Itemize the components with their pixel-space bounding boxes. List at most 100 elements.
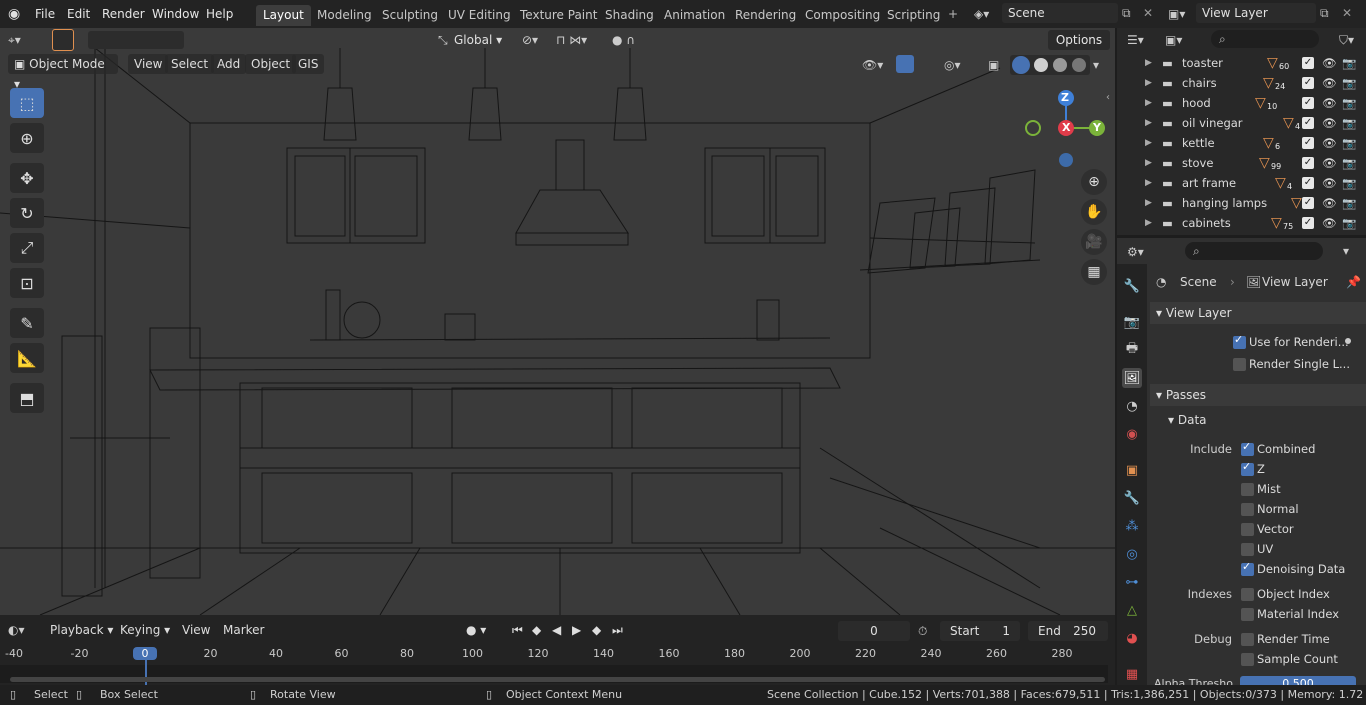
- menu-edit[interactable]: Edit: [63, 4, 94, 24]
- passes-panel-header[interactable]: ▾ Passes: [1150, 384, 1366, 406]
- gizmo-toggle-icon[interactable]: [896, 55, 914, 73]
- view-layer-name-field[interactable]: View Layer: [1196, 3, 1316, 23]
- tab-rendering[interactable]: Rendering: [728, 5, 803, 26]
- current-frame-field[interactable]: 0: [838, 621, 910, 641]
- outliner-row[interactable]: ▶▬hanging lamps▽16✓👁📷: [1117, 193, 1366, 213]
- proportional-edit-icon[interactable]: ● ∩: [612, 31, 662, 49]
- camera-icon[interactable]: 📷: [1342, 193, 1356, 213]
- eye-icon[interactable]: 👁: [1322, 153, 1337, 173]
- exclude-checkbox[interactable]: ✓: [1302, 77, 1314, 89]
- pass-checkbox[interactable]: [1241, 543, 1254, 556]
- pass-checkbox[interactable]: [1241, 460, 1254, 476]
- 3d-viewport[interactable]: ⌖▾ ⤡ Global ▾ ⊘▾ ⊓ ⋈▾ ● ∩ Options ▣ Obje…: [0, 28, 1115, 615]
- properties-search-input[interactable]: ⌕: [1185, 242, 1323, 260]
- camera-icon[interactable]: 📷: [1342, 173, 1356, 193]
- orientation-dropdown[interactable]: Global ▾: [454, 30, 512, 50]
- tab-compositing[interactable]: Compositing: [798, 5, 887, 26]
- menu-add[interactable]: Add: [211, 54, 247, 74]
- pass-checkbox[interactable]: [1241, 560, 1254, 576]
- pass-checkbox[interactable]: [1241, 608, 1254, 621]
- pass-checkbox[interactable]: [1241, 503, 1254, 516]
- prev-keyframe-icon[interactable]: ◆: [532, 620, 548, 640]
- tab-uv-editing[interactable]: UV Editing: [441, 5, 518, 26]
- view-layer-panel-header[interactable]: ▾ View Layer: [1150, 302, 1366, 324]
- outliner-row[interactable]: ▶ ▬ hood ▽ 10 ✓ 👁 📷: [1117, 93, 1366, 113]
- eye-icon[interactable]: 👁: [1322, 93, 1337, 113]
- camera-icon[interactable]: 📷: [1342, 213, 1356, 233]
- measure-tool-icon[interactable]: 📐: [10, 343, 44, 373]
- outliner-row[interactable]: ▶ ▬ chairs ▽ 24 ✓ 👁 📷: [1117, 73, 1366, 93]
- animate-property-icon[interactable]: [1345, 338, 1351, 344]
- selection-mode-icons[interactable]: [88, 31, 184, 49]
- delete-view-layer-icon[interactable]: ✕: [1342, 5, 1358, 21]
- exclude-checkbox[interactable]: ✓: [1302, 57, 1314, 69]
- physics-tab-icon[interactable]: ◎: [1122, 544, 1142, 564]
- exclude-checkbox[interactable]: ✓: [1302, 157, 1314, 169]
- expand-arrow-icon[interactable]: ▶: [1145, 113, 1152, 133]
- outliner[interactable]: ☰▾ ▣▾ ⌕ ⛉▾ ▶ ▬ toaster ▽ 60 ✓ 👁 📷 ▶ ▬ chairs ▽ 24 ✓ 👁 📷…: [1117, 28, 1366, 235]
- visibility-icon[interactable]: 👁▾: [862, 56, 890, 74]
- editor-type-icon[interactable]: ⌖▾: [8, 31, 40, 49]
- outliner-row[interactable]: ▶ ▬ kettle ▽ 6 ✓ 👁 📷: [1117, 133, 1366, 153]
- alpha-threshold-slider[interactable]: 0.500: [1240, 676, 1356, 685]
- pin-icon[interactable]: 📌: [1346, 275, 1361, 289]
- data-subpanel-header[interactable]: ▾ Data: [1150, 410, 1366, 430]
- tab-sculpting[interactable]: Sculpting: [375, 5, 445, 26]
- menu-file[interactable]: File: [31, 4, 59, 24]
- object-tab-icon[interactable]: ▣: [1122, 460, 1142, 480]
- shading-mode-icons[interactable]: [1010, 55, 1090, 75]
- outliner-search-input[interactable]: ⌕: [1211, 30, 1319, 48]
- menu-playback[interactable]: Playback ▾: [50, 620, 113, 640]
- shading-options-icon[interactable]: ▾: [1093, 58, 1105, 72]
- menu-view[interactable]: View: [128, 54, 169, 74]
- eye-icon[interactable]: 👁: [1322, 173, 1337, 193]
- view-layer-tab-icon[interactable]: 🖼: [1122, 368, 1142, 388]
- view-layer-selector-icon[interactable]: ▣▾: [1168, 5, 1192, 23]
- navigation-gizmo[interactable]: Z Y X: [1022, 86, 1110, 174]
- eye-icon[interactable]: 👁: [1322, 133, 1337, 153]
- select-tool-mode-icon[interactable]: [52, 29, 74, 51]
- world-tab-icon[interactable]: ◉: [1122, 424, 1142, 444]
- camera-icon[interactable]: 📷: [1342, 133, 1356, 153]
- render-single-layer-checkbox[interactable]: [1233, 358, 1246, 371]
- expand-arrow-icon[interactable]: ▶: [1145, 193, 1152, 213]
- pan-hand-icon[interactable]: ✋: [1081, 199, 1107, 225]
- pass-checkbox[interactable]: [1241, 523, 1254, 536]
- tab-modeling[interactable]: Modeling: [310, 5, 379, 26]
- rotate-tool-icon[interactable]: ↻: [10, 198, 44, 228]
- pass-checkbox[interactable]: [1241, 440, 1254, 456]
- play-icon[interactable]: ▶: [572, 620, 588, 640]
- properties-options-icon[interactable]: ▾: [1343, 244, 1349, 258]
- camera-icon[interactable]: 📷: [1342, 113, 1356, 133]
- outliner-row[interactable]: ▶ ▬ oil vinegar ▽ 4 ✓ 👁 📷: [1117, 113, 1366, 133]
- outliner-row[interactable]: ▶ ▬ toaster ▽ 60 ✓ 👁 📷: [1117, 53, 1366, 73]
- menu-marker[interactable]: Marker: [223, 620, 264, 640]
- next-keyframe-icon[interactable]: ◆: [592, 620, 608, 640]
- expand-arrow-icon[interactable]: ▶: [1145, 153, 1152, 173]
- zoom-icon[interactable]: ⊕: [1081, 169, 1107, 195]
- timeline-editor-type-icon[interactable]: ◐▾: [8, 620, 40, 640]
- pass-checkbox[interactable]: [1241, 633, 1254, 646]
- camera-icon[interactable]: 📷: [1342, 93, 1356, 113]
- camera-icon[interactable]: 📷: [1342, 53, 1356, 73]
- expand-arrow-icon[interactable]: ▶: [1145, 93, 1152, 113]
- expand-arrow-icon[interactable]: ▶: [1145, 73, 1152, 93]
- exclude-checkbox[interactable]: ✓: [1302, 177, 1314, 189]
- scene-name-field[interactable]: Scene: [1002, 3, 1118, 23]
- data-tab-icon[interactable]: △: [1122, 600, 1142, 620]
- camera-icon[interactable]: 📷: [1342, 73, 1356, 93]
- menu-keying[interactable]: Keying ▾: [120, 620, 170, 640]
- particles-tab-icon[interactable]: ⁂: [1122, 516, 1142, 536]
- tab-scripting[interactable]: Scripting: [880, 5, 947, 26]
- tool-tab-icon[interactable]: 🔧: [1122, 276, 1142, 296]
- select-box-tool-icon[interactable]: ⬚: [10, 88, 44, 118]
- eye-icon[interactable]: 👁: [1322, 213, 1337, 233]
- xray-icon[interactable]: ▣: [988, 56, 1004, 74]
- pivot-icon[interactable]: ⊘▾: [522, 31, 550, 49]
- expand-arrow-icon[interactable]: ▶: [1145, 173, 1152, 193]
- modifier-tab-icon[interactable]: 🔧: [1122, 488, 1142, 508]
- expand-arrow-icon[interactable]: ▶: [1145, 53, 1152, 73]
- move-tool-icon[interactable]: ✥: [10, 163, 44, 193]
- delete-scene-icon[interactable]: ✕: [1143, 5, 1159, 21]
- tab-animation[interactable]: Animation: [657, 5, 732, 26]
